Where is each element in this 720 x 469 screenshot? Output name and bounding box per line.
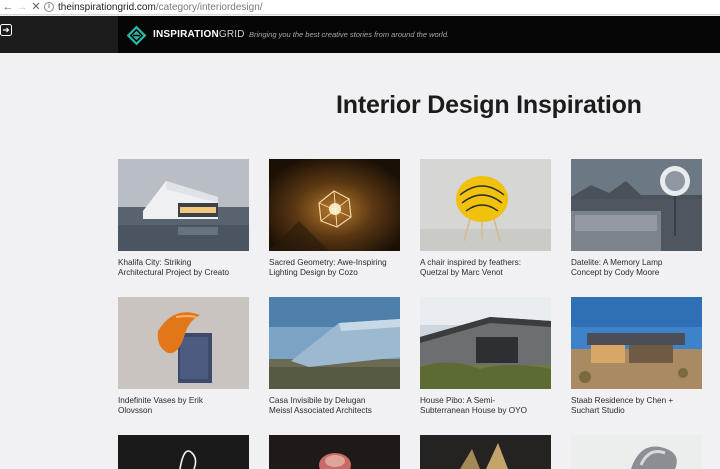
article-card[interactable] [420, 435, 552, 469]
card-title[interactable]: A chair inspired by feathers: Quetzal by… [420, 258, 552, 278]
url-path: /category/interiordesign/ [155, 2, 263, 13]
card-title-line: Olovsson [118, 406, 153, 415]
card-title[interactable]: Staab Residence by Chen + Suchart Studio [571, 396, 703, 416]
feather-chair-image[interactable] [420, 159, 551, 251]
article-thumbnail-image[interactable] [571, 435, 702, 469]
url-domain: theinspirationgrid.com [58, 2, 156, 13]
url-text: theinspirationgrid.com/category/interior… [58, 1, 263, 14]
card-title-line: A chair inspired by feathers: [420, 258, 522, 267]
brand-bold: INSPIRATION [153, 29, 219, 40]
datelite-lamp-image[interactable] [571, 159, 702, 251]
card-title-line: Khalifa City: Striking [118, 258, 192, 267]
casa-invisibile-image[interactable] [269, 297, 400, 389]
browser-toolbar: ← → ✕ i theinspirationgrid.com/category/… [0, 0, 720, 15]
brand-name[interactable]: INSPIRATIONGRID [153, 29, 245, 41]
article-card[interactable]: Khalifa City: Striking Architectural Pro… [118, 159, 250, 278]
article-thumbnail-image[interactable] [118, 435, 249, 469]
article-card[interactable]: Indefinite Vases by Erik Olovsson [118, 297, 250, 416]
card-title[interactable]: Sacred Geometry: Awe-Inspiring Lighting … [269, 258, 401, 278]
khalifa-city-building-image[interactable] [118, 159, 249, 251]
house-pibo-image[interactable] [420, 297, 551, 389]
tagline: Bringing you the best creative stories f… [249, 30, 450, 39]
card-title-line: Meissl Associated Architects [269, 406, 372, 415]
card-title[interactable]: Casa Invisibile by Delugan Meissl Associ… [269, 396, 401, 416]
header-left-strip [0, 16, 118, 53]
article-thumbnail-image[interactable] [269, 435, 400, 469]
stop-icon[interactable]: ✕ [30, 1, 42, 13]
card-title-line: Architectural Project by Creato [118, 268, 230, 277]
article-card[interactable] [118, 435, 250, 469]
sidebar-toggle-icon[interactable] [0, 24, 12, 36]
forward-arrow-icon[interactable]: → [16, 1, 28, 13]
article-card[interactable]: A chair inspired by feathers: Quetzal by… [420, 159, 552, 278]
article-card[interactable]: Staab Residence by Chen + Suchart Studio [571, 297, 703, 416]
back-arrow-icon[interactable]: ← [2, 1, 14, 13]
card-title[interactable]: Datelite: A Memory Lamp Concept by Cody … [571, 258, 703, 278]
card-title-line: Casa Invisibile by Delugan [269, 396, 366, 405]
card-title-line: Lighting Design by Cozo [269, 268, 358, 277]
article-card[interactable]: Sacred Geometry: Awe-Inspiring Lighting … [269, 159, 401, 278]
geometric-lamp-image[interactable] [269, 159, 400, 251]
card-title[interactable]: Khalifa City: Striking Architectural Pro… [118, 258, 250, 278]
indefinite-vase-image[interactable] [118, 297, 249, 389]
site-header: INSPIRATIONGRID Bringing you the best cr… [0, 16, 720, 53]
staab-residence-image[interactable] [571, 297, 702, 389]
card-title[interactable]: House Pibo: A Semi- Subterranean House b… [420, 396, 552, 416]
card-title-line: Datelite: A Memory Lamp [571, 258, 663, 267]
article-card[interactable]: Datelite: A Memory Lamp Concept by Cody … [571, 159, 703, 278]
card-title-line: Staab Residence by Chen + [571, 396, 674, 405]
card-title-line: Sacred Geometry: Awe-Inspiring [269, 258, 387, 267]
inspiration-grid-logo-icon[interactable] [126, 25, 147, 46]
article-thumbnail-image[interactable] [420, 435, 551, 469]
card-title-line: Suchart Studio [571, 406, 625, 415]
article-card[interactable] [571, 435, 703, 469]
card-title[interactable]: Indefinite Vases by Erik Olovsson [118, 396, 250, 416]
article-card[interactable]: Casa Invisibile by Delugan Meissl Associ… [269, 297, 401, 416]
card-title-line: Indefinite Vases by Erik [118, 396, 203, 405]
address-bar[interactable]: i theinspirationgrid.com/category/interi… [44, 1, 720, 14]
article-card[interactable] [269, 435, 401, 469]
card-title-line: Subterranean House by OYO [420, 406, 527, 415]
info-icon[interactable]: i [44, 2, 54, 12]
card-title-line: House Pibo: A Semi- [420, 396, 496, 405]
card-title-line: Quetzal by Marc Venot [420, 268, 503, 277]
brand-light: GRID [218, 29, 245, 40]
page-title: Interior Design Inspiration [336, 91, 642, 119]
article-card[interactable]: House Pibo: A Semi- Subterranean House b… [420, 297, 552, 416]
card-title-line: Concept by Cody Moore [571, 268, 660, 277]
